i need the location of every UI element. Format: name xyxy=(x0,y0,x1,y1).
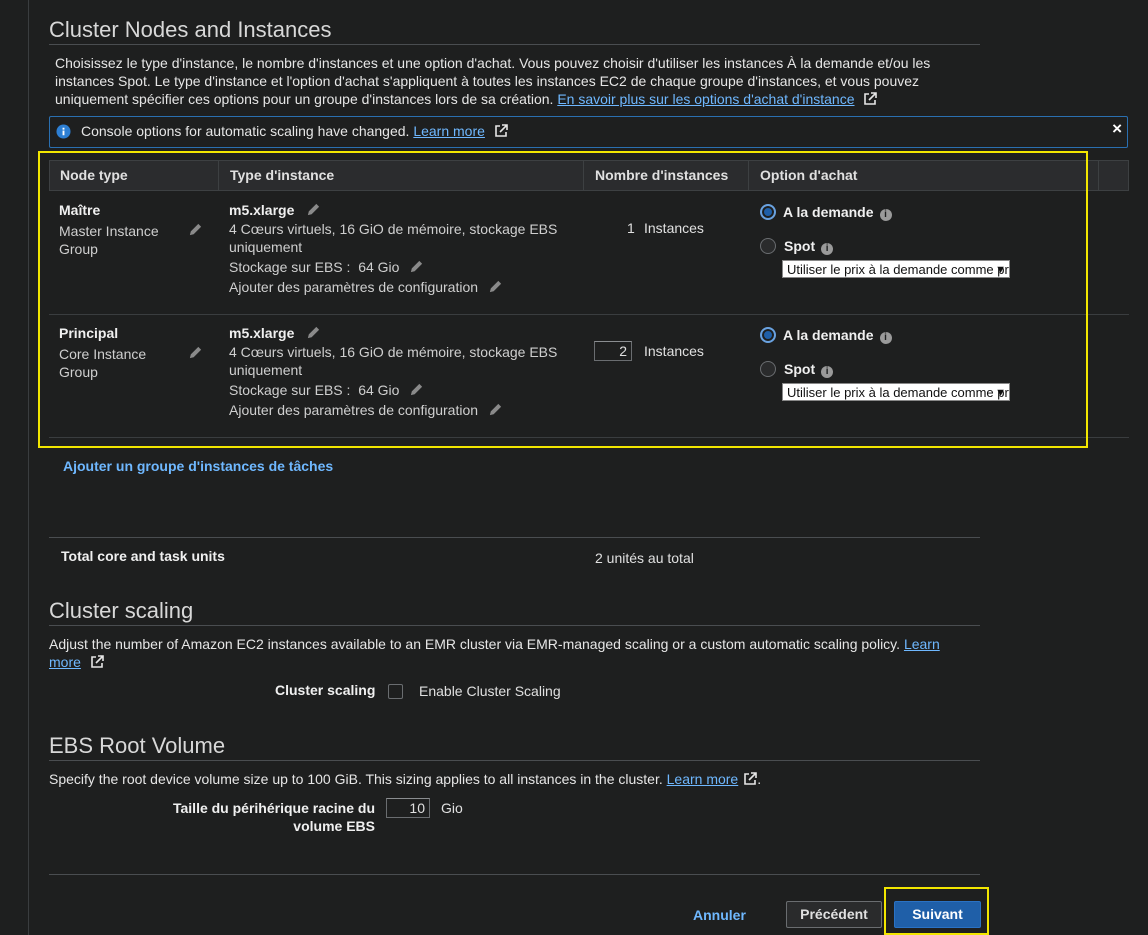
ebs-learn-more-link[interactable]: Learn more xyxy=(667,771,739,787)
divider xyxy=(49,760,980,761)
enable-scaling-label: Enable Cluster Scaling xyxy=(419,683,561,699)
left-border xyxy=(28,0,29,935)
add-task-group-link[interactable]: Ajouter un groupe d'instances de tâches xyxy=(63,458,333,474)
total-units-value: 2 unités au total xyxy=(595,550,694,566)
ebs-description: Specify the root device volume size up t… xyxy=(49,771,762,787)
highlight-box xyxy=(38,151,1088,448)
previous-button[interactable]: Précédent xyxy=(786,901,882,928)
root-volume-input[interactable]: 10 xyxy=(386,798,430,818)
scaling-description: Adjust the number of Amazon EC2 instance… xyxy=(49,636,940,670)
root-volume-label: Taille du périhérique racine du volume E… xyxy=(172,800,375,834)
divider xyxy=(49,537,980,538)
total-units-label: Total core and task units xyxy=(61,548,225,564)
section-title-ebs: EBS Root Volume xyxy=(49,733,226,758)
external-link-icon xyxy=(864,92,878,105)
root-volume-unit: Gio xyxy=(441,800,463,816)
close-icon[interactable]: × xyxy=(1112,119,1122,139)
divider xyxy=(49,874,980,875)
info-banner: Console options for automatic scaling ha… xyxy=(49,116,1128,148)
divider xyxy=(49,44,980,45)
external-link-icon xyxy=(90,655,104,668)
enable-scaling-checkbox[interactable] xyxy=(388,684,403,699)
banner-message: Console options for automatic scaling ha… xyxy=(81,123,508,139)
purchase-options-link[interactable]: En savoir plus sur les options d'achat d… xyxy=(557,91,854,107)
banner-learn-more-link[interactable]: Learn more xyxy=(413,123,485,139)
info-circle-icon xyxy=(56,124,71,139)
cluster-scaling-label: Cluster scaling xyxy=(275,682,376,698)
nodes-description: Choisissez le type d'instance, le nombre… xyxy=(55,55,931,107)
external-link-icon xyxy=(495,124,508,137)
divider xyxy=(49,625,980,626)
section-title-nodes: Cluster Nodes and Instances xyxy=(49,17,332,42)
highlight-box xyxy=(884,887,989,935)
external-link-icon xyxy=(744,772,758,785)
cancel-button[interactable]: Annuler xyxy=(693,907,746,923)
section-title-scaling: Cluster scaling xyxy=(49,598,194,623)
